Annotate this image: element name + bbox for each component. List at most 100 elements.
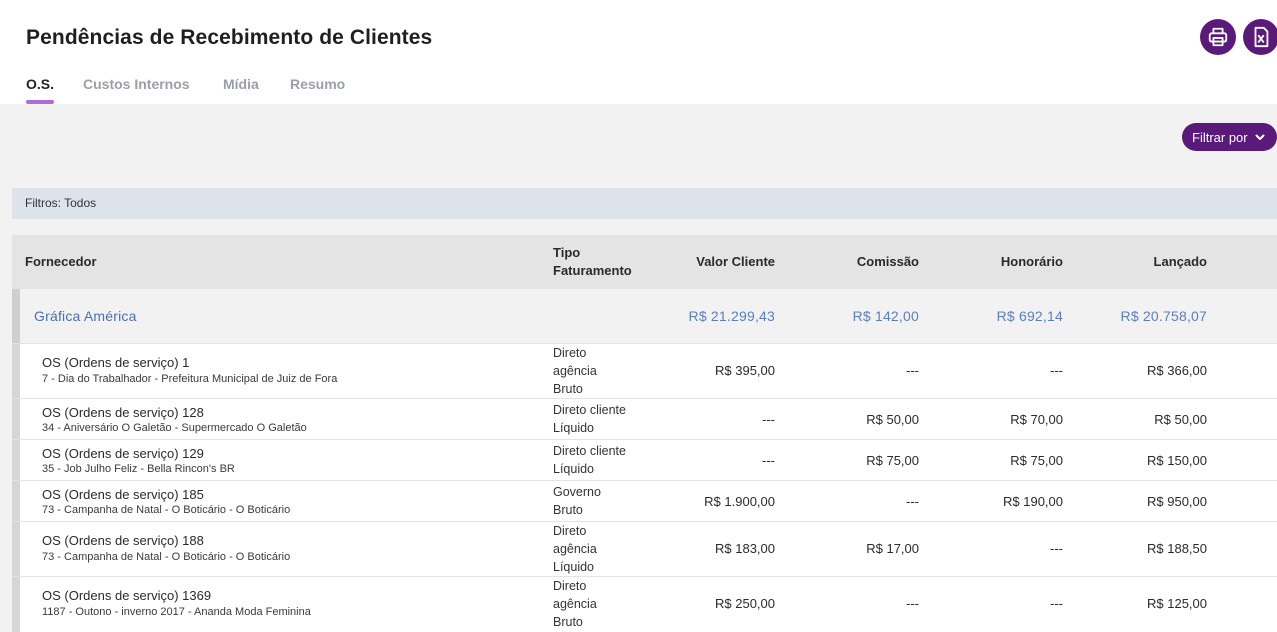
- honorario: ---: [1050, 541, 1063, 556]
- tipo-line: Direto: [553, 346, 587, 360]
- valor-cliente: R$ 1.900,00: [704, 494, 775, 509]
- os-title: OS (Ordens de serviço) 129: [42, 446, 204, 461]
- tipo-line: Direto cliente: [553, 403, 626, 417]
- group-comissao: R$ 142,00: [852, 308, 919, 324]
- table-row[interactable]: OS (Ordens de serviço) 185 73 - Campanha…: [12, 481, 1277, 522]
- lancado: R$ 150,00: [1147, 453, 1207, 468]
- tipo-faturamento: Direto cliente Líquido: [553, 401, 626, 437]
- table-row[interactable]: OS (Ordens de serviço) 1369 1187 - Outon…: [12, 577, 1277, 632]
- tipo-faturamento: Direto agência Líquido: [553, 522, 597, 576]
- group-lancado: R$ 20.758,07: [1120, 308, 1207, 324]
- table-header: Fornecedor Tipo Faturamento Valor Client…: [12, 235, 1277, 289]
- os-subtitle: 73 - Campanha de Natal - O Boticário - O…: [42, 551, 291, 563]
- tab-os[interactable]: O.S.: [26, 76, 55, 104]
- lancado: R$ 50,00: [1154, 412, 1207, 427]
- tab-midia[interactable]: Mídia: [223, 76, 259, 92]
- row-accent: [12, 481, 20, 521]
- comissao: ---: [906, 596, 919, 611]
- tipo-line: agência: [553, 597, 597, 611]
- page-header: Pendências de Recebimento de Clientes O.…: [0, 0, 1277, 104]
- col-valor-cliente: Valor Cliente: [696, 254, 775, 269]
- os-subtitle: 7 - Dia do Trabalhador - Prefeitura Muni…: [42, 373, 338, 385]
- os-subtitle: 73 - Campanha de Natal - O Boticário - O…: [42, 504, 291, 516]
- os-subtitle: 1187 - Outono - inverno 2017 - Ananda Mo…: [42, 606, 311, 618]
- tab-resumo[interactable]: Resumo: [290, 76, 345, 92]
- printer-icon: [1208, 27, 1228, 47]
- valor-cliente: R$ 395,00: [715, 363, 775, 378]
- tipo-line: Direto: [553, 579, 587, 593]
- row-accent: [12, 440, 20, 480]
- tipo-line: Direto cliente: [553, 444, 626, 458]
- supplier-name[interactable]: Gráfica América: [34, 308, 137, 324]
- table-row[interactable]: OS (Ordens de serviço) 129 35 - Job Julh…: [12, 440, 1277, 481]
- tipo-line: agência: [553, 364, 597, 378]
- tab-os-label: O.S.: [26, 76, 55, 92]
- pending-receivables-table: Fornecedor Tipo Faturamento Valor Client…: [12, 235, 1277, 632]
- valor-cliente: ---: [762, 453, 775, 468]
- lancado: R$ 950,00: [1147, 494, 1207, 509]
- excel-export-icon: [1254, 26, 1269, 48]
- comissao: R$ 75,00: [866, 453, 919, 468]
- export-excel-button[interactable]: [1243, 19, 1277, 55]
- page-title: Pendências de Recebimento de Clientes: [26, 26, 433, 49]
- comissao: R$ 17,00: [866, 541, 919, 556]
- tipo-line: Bruto: [553, 615, 583, 629]
- honorario: R$ 70,00: [1010, 412, 1063, 427]
- honorario: R$ 75,00: [1010, 453, 1063, 468]
- row-accent: [12, 289, 20, 343]
- tipo-faturamento: Direto agência Bruto: [553, 344, 597, 398]
- row-accent: [12, 399, 20, 439]
- comissao: R$ 50,00: [866, 412, 919, 427]
- tipo-line: Líquido: [553, 462, 595, 476]
- lancado: R$ 366,00: [1147, 363, 1207, 378]
- col-tipo-line1: Tipo: [553, 245, 581, 260]
- col-tipo-faturamento: Tipo Faturamento: [553, 244, 632, 280]
- filter-by-label: Filtrar por: [1192, 129, 1248, 145]
- active-filters-bar: Filtros: Todos: [12, 188, 1277, 219]
- os-subtitle: 34 - Aniversário O Galetão - Supermercad…: [42, 422, 307, 434]
- col-tipo-line2: Faturamento: [553, 263, 632, 278]
- valor-cliente: R$ 183,00: [715, 541, 775, 556]
- table-row[interactable]: OS (Ordens de serviço) 1 7 - Dia do Trab…: [12, 344, 1277, 399]
- lancado: R$ 125,00: [1147, 596, 1207, 611]
- tipo-line: Líquido: [553, 560, 595, 574]
- col-comissao: Comissão: [856, 254, 919, 269]
- comissao: ---: [906, 363, 919, 378]
- tab-custos-internos[interactable]: Custos Internos: [83, 76, 190, 92]
- tipo-line: Líquido: [553, 421, 595, 435]
- tipo-line: agência: [553, 542, 597, 556]
- row-accent: [12, 577, 20, 632]
- os-title: OS (Ordens de serviço) 128: [42, 405, 204, 420]
- table-row[interactable]: OS (Ordens de serviço) 188 73 - Campanha…: [12, 522, 1277, 577]
- supplier-group-row[interactable]: Gráfica América R$ 21.299,43 R$ 142,00 R…: [12, 289, 1277, 344]
- chevron-down-icon: [1255, 134, 1265, 140]
- row-accent: [12, 522, 20, 576]
- os-title: OS (Ordens de serviço) 1369: [42, 588, 212, 603]
- tipo-line: Direto: [553, 524, 587, 538]
- tipo-faturamento: Direto cliente Líquido: [553, 442, 626, 478]
- honorario: R$ 190,00: [1003, 494, 1063, 509]
- tipo-faturamento: Governo Bruto: [553, 483, 601, 519]
- col-lancado: Lançado: [1153, 254, 1207, 269]
- valor-cliente: ---: [762, 412, 775, 427]
- honorario: ---: [1050, 363, 1063, 378]
- os-title: OS (Ordens de serviço) 185: [42, 487, 204, 502]
- tipo-faturamento: Direto agência Bruto: [553, 577, 597, 631]
- comissao: ---: [906, 494, 919, 509]
- print-button[interactable]: [1200, 19, 1236, 55]
- group-honorario: R$ 692,14: [996, 308, 1063, 324]
- col-fornecedor: Fornecedor: [25, 254, 97, 269]
- table-row[interactable]: OS (Ordens de serviço) 128 34 - Aniversá…: [12, 399, 1277, 440]
- os-subtitle: 35 - Job Julho Feliz - Bella Rincon's BR: [42, 463, 235, 475]
- filter-by-button[interactable]: Filtrar por: [1182, 123, 1277, 151]
- row-accent: [12, 344, 20, 398]
- valor-cliente: R$ 250,00: [715, 596, 775, 611]
- tipo-line: Bruto: [553, 382, 583, 396]
- lancado: R$ 188,50: [1147, 541, 1207, 556]
- tipo-line: Governo: [553, 485, 601, 499]
- os-title: OS (Ordens de serviço) 1: [42, 355, 190, 370]
- tipo-line: Bruto: [553, 503, 583, 517]
- group-valor-cliente: R$ 21.299,43: [688, 308, 775, 324]
- os-title: OS (Ordens de serviço) 188: [42, 533, 204, 548]
- honorario: ---: [1050, 596, 1063, 611]
